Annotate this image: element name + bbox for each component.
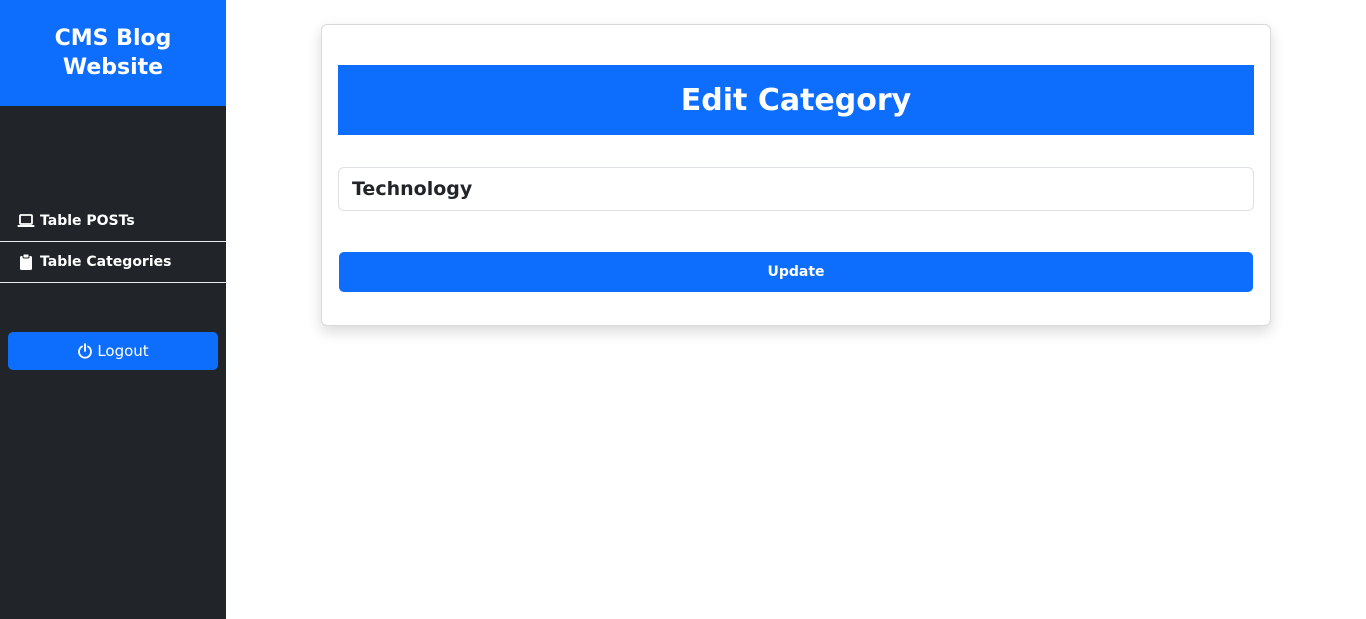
sidebar-item-posts[interactable]: Table POSTs (0, 201, 226, 242)
brand-title: CMS Blog Website (0, 0, 226, 106)
category-name-input[interactable] (338, 167, 1254, 211)
app-layout: CMS Blog Website Table POSTs Table Categ… (0, 0, 1366, 619)
page-title: Edit Category (338, 65, 1254, 135)
sidebar-item-categories[interactable]: Table Categories (0, 242, 226, 283)
update-button[interactable]: Update (339, 252, 1253, 292)
sidebar-nav: Table POSTs Table Categories (0, 201, 226, 283)
laptop-icon (16, 213, 36, 229)
logout-button[interactable]: Logout (8, 332, 218, 370)
sidebar: CMS Blog Website Table POSTs Table Categ… (0, 0, 226, 619)
sidebar-item-label: Table POSTs (40, 213, 135, 229)
clipboard-icon (16, 254, 36, 270)
main-content: Edit Category Update (226, 0, 1366, 619)
power-icon (77, 343, 93, 359)
logout-label: Logout (97, 342, 149, 360)
sidebar-item-label: Table Categories (40, 254, 172, 270)
edit-category-card: Edit Category Update (321, 24, 1271, 326)
